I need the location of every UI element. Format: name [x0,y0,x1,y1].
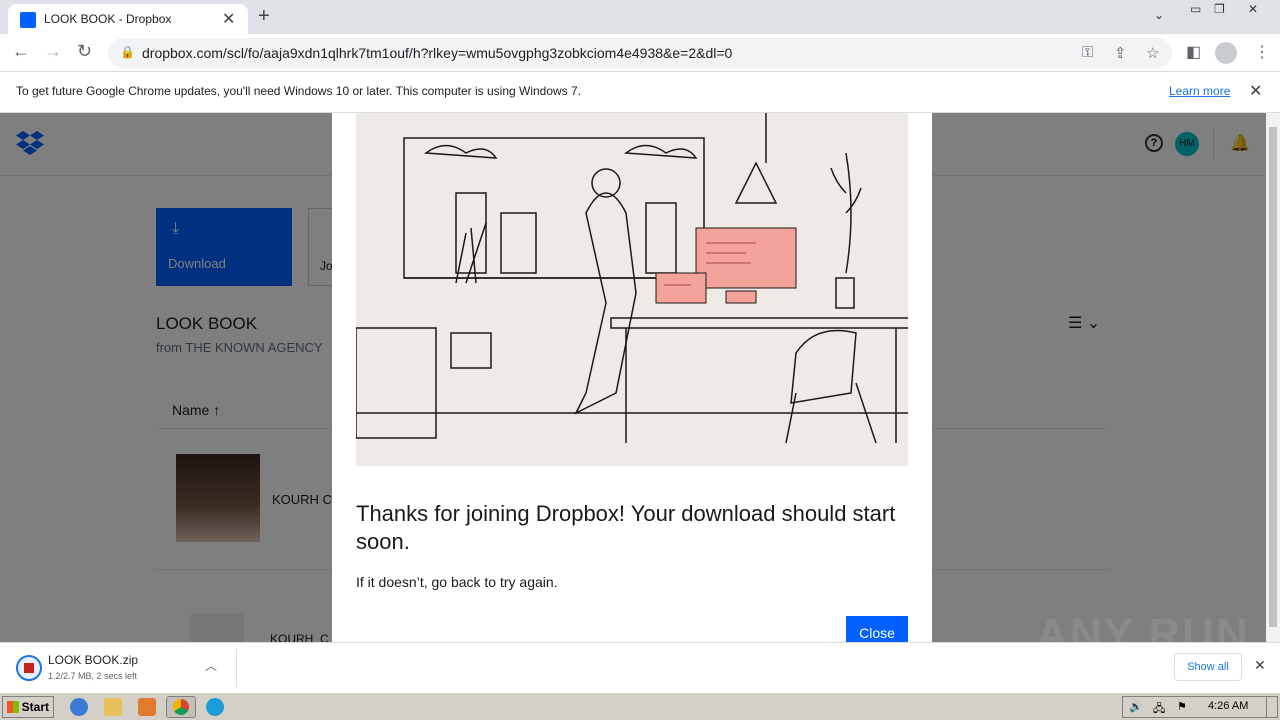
restore-icon[interactable]: ❐ [1214,2,1225,16]
bookmark-star-icon[interactable]: ☆ [1146,44,1159,62]
infobar-message: To get future Google Chrome updates, you… [16,84,582,98]
update-infobar: To get future Google Chrome updates, you… [0,72,1280,113]
tab-title: LOOK BOOK - Dropbox [44,12,172,26]
show-desktop-button[interactable] [1266,697,1276,717]
menu-icon[interactable]: ⋮ [1254,42,1270,62]
windows-logo-icon [7,701,19,713]
workspace-illustration [355,113,912,466]
modal-title: Thanks for joining Dropbox! Your downloa… [356,501,896,554]
forward-icon[interactable]: → [44,41,62,62]
edge-icon[interactable] [206,698,224,716]
start-label: Start [21,700,49,714]
zip-file-icon-inner [24,663,34,673]
downloads-bar: LOOK BOOK.zip 1.2/2.7 MB, 2 secs left ︿ … [0,642,1280,692]
show-all-button[interactable]: Show all [1174,653,1242,681]
system-tray: 🔊 🖧 ⚑ [1122,696,1278,718]
network-icon[interactable]: 🖧 [1153,700,1165,719]
lock-icon[interactable]: 🔒 [120,45,135,59]
page-content: ? HM 🔔 ⤓ Download Jo LOOK BOOK from THE … [0,113,1266,642]
chevron-up-icon[interactable]: ︿ [205,657,217,674]
scrollbar-thumb[interactable] [1269,127,1277,627]
download-modal: Thanks for joining Dropbox! Your downloa… [332,113,932,642]
tab-search-icon[interactable]: ⌄ [1154,8,1164,22]
profile-avatar-icon[interactable] [1215,42,1237,64]
illustration-drawing [355,113,912,444]
side-panel-icon[interactable]: ◧ [1186,42,1201,62]
zip-file-icon[interactable] [16,655,42,681]
action-center-flag-icon[interactable]: ⚑ [1177,700,1187,713]
modal-text: If it doesn’t, go back to try again. [356,574,558,590]
page-scrollbar[interactable] [1266,113,1280,642]
clock[interactable]: 4:26 AM [1208,700,1248,712]
internet-explorer-icon[interactable] [70,698,88,716]
url-text: dropbox.com/scl/fo/aaja9xdn1qlhrk7tm1ouf… [142,45,733,61]
tab-strip: LOOK BOOK - Dropbox ✕ + ⌄ ▭ ❐ ✕ [0,0,1280,34]
file-explorer-icon[interactable] [104,698,122,716]
dropbox-favicon-icon [20,12,36,28]
key-icon[interactable]: ⚿ [1082,44,1093,61]
download-file-name[interactable]: LOOK BOOK.zip [48,653,138,667]
infobar-close-icon[interactable]: ✕ [1249,81,1262,101]
windows-taskbar: Start 🔊 🖧 ⚑ 4:26 AM [0,692,1280,720]
share-icon[interactable]: ⇪ [1114,44,1127,62]
tab-close-icon[interactable]: ✕ [222,9,235,29]
new-tab-icon[interactable]: + [258,5,270,28]
chrome-icon [173,699,189,715]
address-bar[interactable]: 🔒 dropbox.com/scl/fo/aaja9xdn1qlhrk7tm1o… [108,38,1172,68]
window-close-icon[interactable]: ✕ [1248,2,1258,16]
tab-dropbox[interactable]: LOOK BOOK - Dropbox ✕ [8,4,248,34]
toolbar: ← → ↻ 🔒 dropbox.com/scl/fo/aaja9xdn1qlhr… [0,34,1280,72]
reload-icon[interactable]: ↻ [77,41,92,62]
volume-icon[interactable]: 🔊 [1129,700,1143,713]
taskbar-chrome-button[interactable] [166,696,196,718]
media-player-icon[interactable] [138,698,156,716]
download-status: 1.2/2.7 MB, 2 secs left [48,671,138,681]
downloads-divider [236,649,237,687]
learn-more-link[interactable]: Learn more [1169,84,1230,98]
start-button[interactable]: Start [2,696,54,718]
downloads-close-icon[interactable]: ✕ [1254,657,1266,674]
back-icon[interactable]: ← [12,41,30,62]
minimize-icon[interactable]: ▭ [1190,2,1201,16]
close-button[interactable]: Close [846,616,908,642]
